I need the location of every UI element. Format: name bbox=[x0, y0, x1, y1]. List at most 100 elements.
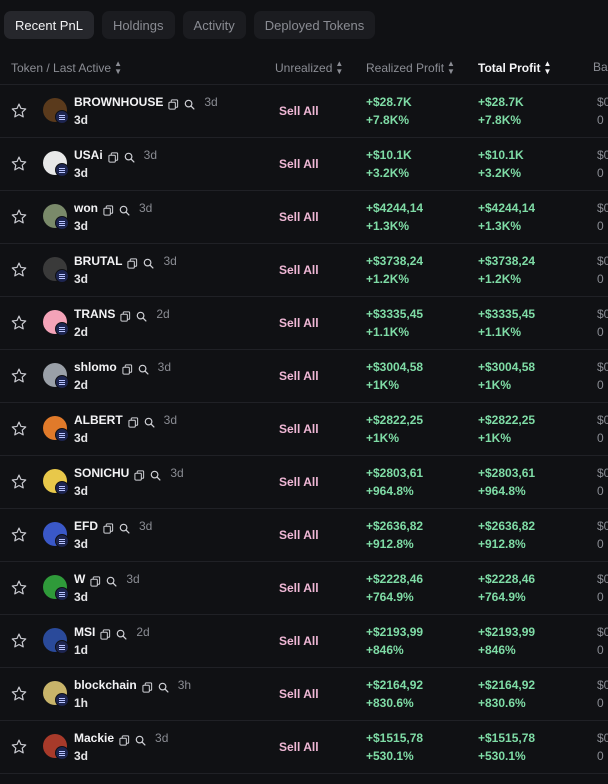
realized-profit-percent: +846% bbox=[366, 643, 404, 657]
token-age: 2d bbox=[136, 625, 150, 639]
search-icon[interactable] bbox=[143, 256, 154, 269]
sell-all-button[interactable]: Sell All bbox=[279, 104, 319, 118]
token-name[interactable]: SONICHU bbox=[74, 466, 129, 480]
token-name[interactable]: EFD bbox=[74, 519, 98, 533]
table-row[interactable]: W 3d 3d Sell All +$2228,46 +764.9% +$2228,46 +7… bbox=[0, 562, 608, 615]
table-row[interactable]: TRANS 2d 2d Sell All +$3335,45 +1.1K% +$3335,4… bbox=[0, 297, 608, 350]
search-icon[interactable] bbox=[184, 97, 195, 110]
star-icon[interactable] bbox=[10, 579, 28, 597]
token-name[interactable]: ALBERT bbox=[74, 413, 123, 427]
copy-icon[interactable] bbox=[134, 468, 145, 481]
search-icon[interactable] bbox=[116, 627, 127, 640]
token-name[interactable]: TRANS bbox=[74, 307, 115, 321]
star-icon[interactable] bbox=[10, 367, 28, 385]
table-row[interactable]: shlomo 3d 2d Sell All +$3004,58 +1K% +$3004,58… bbox=[0, 350, 608, 403]
sell-all-button[interactable]: Sell All bbox=[279, 210, 319, 224]
star-icon[interactable] bbox=[10, 685, 28, 703]
table-row[interactable]: BRUTAL 3d 3d Sell All +$3738,24 +1.2K% +$3738,… bbox=[0, 244, 608, 297]
star-icon[interactable] bbox=[10, 420, 28, 438]
sell-all-button[interactable]: Sell All bbox=[279, 369, 319, 383]
copy-icon[interactable] bbox=[103, 521, 114, 534]
token-name[interactable]: Mackie bbox=[74, 731, 114, 745]
sell-all-button[interactable]: Sell All bbox=[279, 475, 319, 489]
token-name[interactable]: BROWNHOUSE bbox=[74, 95, 163, 109]
balance-value: $0 bbox=[597, 95, 608, 109]
search-icon[interactable] bbox=[136, 309, 147, 322]
token-name[interactable]: blockchain bbox=[74, 678, 137, 692]
last-active: 3d bbox=[74, 431, 89, 445]
balance-value: $0 bbox=[597, 572, 608, 586]
sell-all-button[interactable]: Sell All bbox=[279, 634, 319, 648]
sell-all-button[interactable]: Sell All bbox=[279, 157, 319, 171]
table-row[interactable]: USAi 3d 3d Sell All +$10.1K +3.2K% +$10.1K +3.2… bbox=[0, 138, 608, 191]
table-row[interactable]: won 3d 3d Sell All +$4244,14 +1.3K% +$4244,14 +… bbox=[0, 191, 608, 244]
token-name[interactable]: MSI bbox=[74, 625, 95, 639]
copy-icon[interactable] bbox=[108, 150, 119, 163]
copy-icon[interactable] bbox=[142, 680, 153, 693]
tab-deployed-tokens[interactable]: Deployed Tokens bbox=[253, 11, 376, 39]
search-icon[interactable] bbox=[144, 415, 155, 428]
column-balance[interactable]: Bal bbox=[593, 60, 608, 74]
token-name[interactable]: BRUTAL bbox=[74, 254, 122, 268]
search-icon[interactable] bbox=[138, 362, 149, 375]
table-row[interactable]: MSI 2d 1d Sell All +$2193,99 +846% +$2193,99 +8… bbox=[0, 615, 608, 668]
copy-icon[interactable] bbox=[128, 415, 139, 428]
token-name-line: USAi 3d bbox=[74, 148, 157, 163]
star-icon[interactable] bbox=[10, 208, 28, 226]
token-name[interactable]: W bbox=[74, 572, 85, 586]
copy-icon[interactable] bbox=[90, 574, 101, 587]
sell-all-button[interactable]: Sell All bbox=[279, 422, 319, 436]
star-icon[interactable] bbox=[10, 738, 28, 756]
tab-activity[interactable]: Activity bbox=[182, 11, 246, 39]
table-row[interactable]: blockchain 3h 1h Sell All +$2164,92 +830.6% +$… bbox=[0, 668, 608, 721]
balance-amount: 0 bbox=[597, 590, 604, 604]
column-token-last-active[interactable]: Token / Last Active ▲ ▼ bbox=[11, 60, 122, 76]
search-icon[interactable] bbox=[119, 521, 130, 534]
column-total-profit[interactable]: Total Profit ▲ ▼ bbox=[478, 60, 551, 76]
token-age: 3d bbox=[157, 360, 172, 374]
sell-all-button[interactable]: Sell All bbox=[279, 263, 319, 277]
tab-holdings[interactable]: Holdings bbox=[101, 11, 175, 39]
table-row[interactable]: EFD 3d 3d Sell All +$2636,82 +912.8% +$2636,82… bbox=[0, 509, 608, 562]
table-row[interactable]: Mackie 3d 3d Sell All +$1515,78 +530.1% +$1515… bbox=[0, 721, 608, 774]
tab-recent-pnl[interactable]: Recent PnL bbox=[4, 11, 94, 39]
table-row[interactable]: SONICHU 3d 3d Sell All +$2803,61 +964.8% +$280… bbox=[0, 456, 608, 509]
token-name[interactable]: won bbox=[74, 201, 98, 215]
star-icon[interactable] bbox=[10, 632, 28, 650]
sell-all-button[interactable]: Sell All bbox=[279, 740, 319, 754]
sell-all-button[interactable]: Sell All bbox=[279, 687, 319, 701]
copy-icon[interactable] bbox=[168, 97, 179, 110]
star-icon[interactable] bbox=[10, 102, 28, 120]
token-name[interactable]: shlomo bbox=[74, 360, 117, 374]
star-icon[interactable] bbox=[10, 155, 28, 173]
search-icon[interactable] bbox=[119, 203, 130, 216]
sell-all-button[interactable]: Sell All bbox=[279, 581, 319, 595]
search-icon[interactable] bbox=[124, 150, 135, 163]
table-row[interactable]: BROWNHOUSE 3d 3d Sell All +$28.7K +7.8K% +$28.… bbox=[0, 85, 608, 138]
copy-icon[interactable] bbox=[122, 362, 133, 375]
search-icon[interactable] bbox=[150, 468, 161, 481]
sell-all-button[interactable]: Sell All bbox=[279, 316, 319, 330]
column-realized-profit[interactable]: Realized Profit ▲ ▼ bbox=[366, 60, 455, 76]
star-icon[interactable] bbox=[10, 261, 28, 279]
star-icon[interactable] bbox=[10, 314, 28, 332]
copy-icon[interactable] bbox=[119, 733, 130, 746]
sell-all-button[interactable]: Sell All bbox=[279, 528, 319, 542]
copy-icon[interactable] bbox=[100, 627, 111, 640]
column-unrealized[interactable]: Unrealized ▲ ▼ bbox=[275, 60, 343, 76]
search-icon[interactable] bbox=[106, 574, 117, 587]
realized-profit-value: +$3004,58 bbox=[366, 360, 424, 374]
table-row[interactable]: ALBERT 3d 3d Sell All +$2822,25 +1K% +$2822,25… bbox=[0, 403, 608, 456]
search-icon[interactable] bbox=[135, 733, 146, 746]
copy-icon[interactable] bbox=[127, 256, 138, 269]
tab-bar: Recent PnL Holdings Activity Deployed To… bbox=[4, 11, 376, 39]
copy-icon[interactable] bbox=[120, 309, 131, 322]
star-icon[interactable] bbox=[10, 526, 28, 544]
copy-icon[interactable] bbox=[103, 203, 114, 216]
solana-chain-icon bbox=[55, 110, 69, 124]
star-icon[interactable] bbox=[10, 473, 28, 491]
search-icon[interactable] bbox=[158, 680, 169, 693]
total-profit-percent: +530.1% bbox=[478, 749, 526, 763]
column-token-label: Token / Last Active bbox=[11, 61, 112, 75]
token-name[interactable]: USAi bbox=[74, 148, 103, 162]
